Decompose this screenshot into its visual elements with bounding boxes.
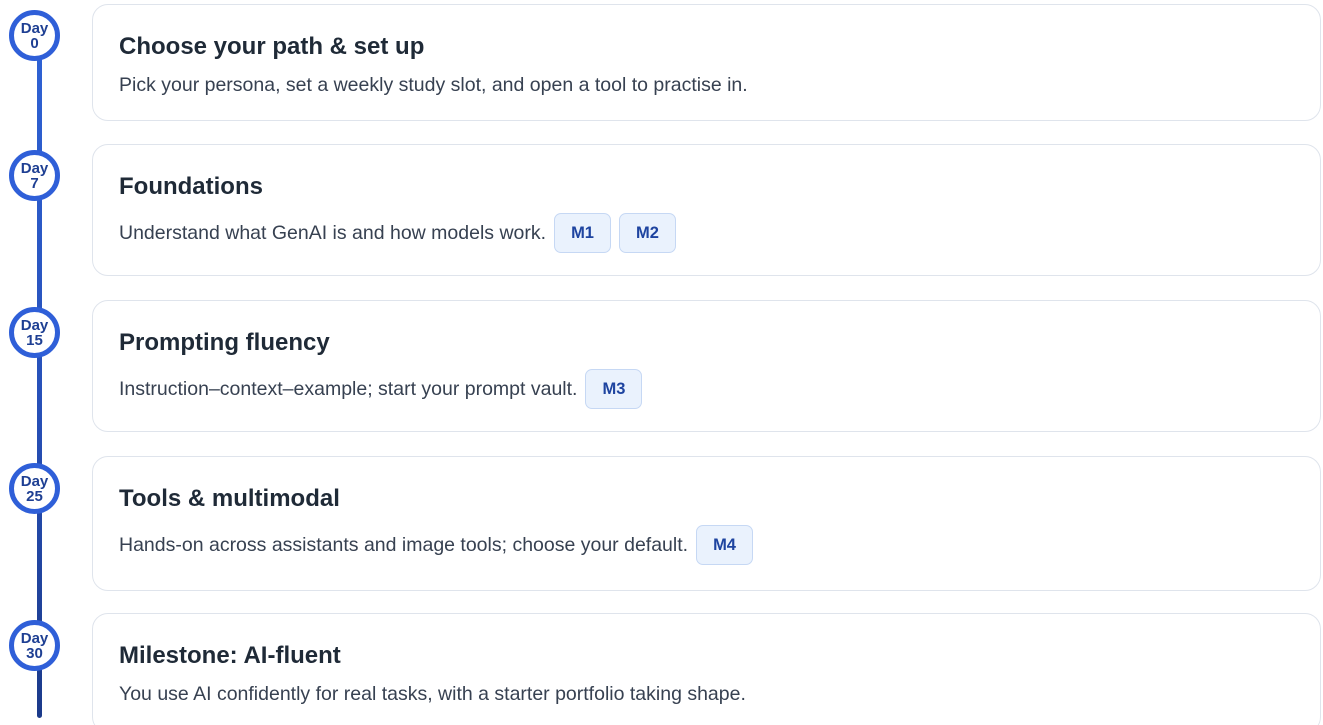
step-description-row: Understand what GenAI is and how models … (119, 213, 1294, 253)
step-card: Foundations Understand what GenAI is and… (92, 144, 1321, 276)
step-description: Pick your persona, set a weekly study sl… (119, 74, 748, 96)
day-badge-number: 30 (26, 644, 43, 662)
day-badge: Day 0 (9, 10, 60, 61)
step-title: Choose your path & set up (119, 33, 425, 60)
step-title: Foundations (119, 173, 263, 200)
module-chip-m3[interactable]: M3 (585, 369, 643, 409)
step-title: Milestone: AI-fluent (119, 642, 341, 669)
learning-timeline: Day 0 Choose your path & set up Pick you… (0, 0, 1323, 725)
module-chip-m4[interactable]: M4 (696, 525, 753, 565)
day-badge-number: 15 (26, 331, 43, 349)
step-description-row: Instruction–context–example; start your … (119, 369, 1294, 409)
day-badge: Day 15 (9, 307, 60, 358)
step-description: Understand what GenAI is and how models … (119, 222, 547, 244)
module-chip-m1[interactable]: M1 (554, 213, 611, 253)
day-badge-number: 25 (26, 487, 43, 505)
step-title: Tools & multimodal (119, 485, 340, 512)
day-badge-word: Day (20, 472, 49, 490)
step-card: Milestone: AI-fluent You use AI confiden… (92, 613, 1321, 725)
step-description: You use AI confidently for real tasks, w… (119, 683, 746, 705)
step-description-row: You use AI confidently for real tasks, w… (119, 682, 1294, 706)
day-badge-word: Day (20, 19, 49, 37)
day-badge: Day 7 (9, 150, 60, 201)
day-badge: Day 30 (9, 620, 60, 671)
day-badge-number: 0 (30, 34, 39, 52)
step-card: Prompting fluency Instruction–context–ex… (92, 300, 1321, 432)
day-badge-word: Day (20, 159, 49, 177)
step-description-row: Pick your persona, set a weekly study sl… (119, 73, 1294, 97)
step-description-row: Hands-on across assistants and image too… (119, 525, 1294, 565)
step-description: Hands-on across assistants and image too… (119, 534, 689, 556)
day-badge-word: Day (20, 316, 49, 334)
step-description: Instruction–context–example; start your … (119, 378, 578, 400)
step-card: Choose your path & set up Pick your pers… (92, 4, 1321, 121)
step-title: Prompting fluency (119, 329, 330, 356)
day-badge-word: Day (20, 629, 49, 647)
timeline-rail (37, 30, 42, 718)
step-card: Tools & multimodal Hands-on across assis… (92, 456, 1321, 591)
module-chip-m2[interactable]: M2 (618, 213, 676, 253)
day-badge: Day 25 (9, 463, 60, 514)
day-badge-number: 7 (30, 174, 39, 192)
